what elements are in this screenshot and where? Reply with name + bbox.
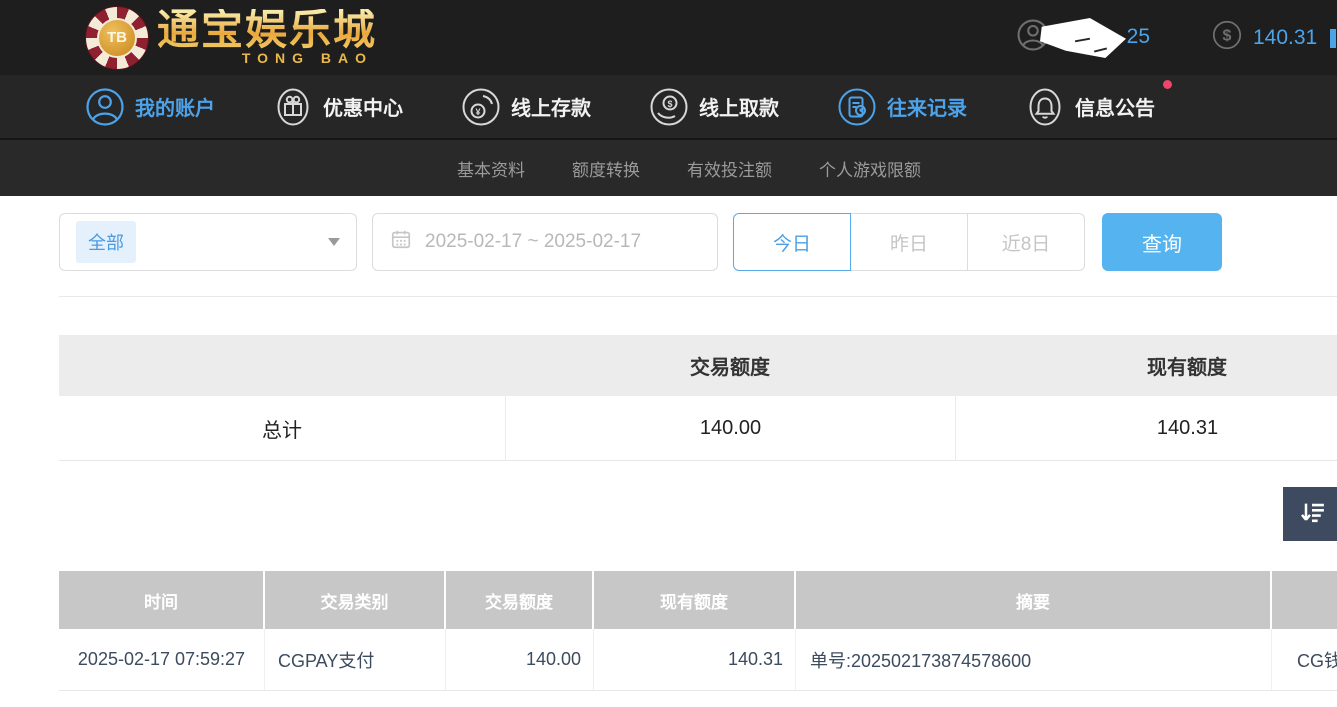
- account-subnav: 基本资料 额度转换 有效投注额 个人游戏限额: [0, 138, 1337, 196]
- svg-text:$: $: [1223, 28, 1232, 45]
- col-time: 时间: [59, 571, 265, 629]
- date-range-input[interactable]: 2025-02-17 ~ 2025-02-17: [372, 213, 718, 271]
- nav-label: 我的账户: [135, 92, 215, 121]
- site-title: 通宝娱乐城: [157, 9, 377, 53]
- withdraw-hand-coin-icon: $: [649, 87, 689, 127]
- nav-announcements[interactable]: 信息公告: [1025, 87, 1155, 127]
- gift-icon: [273, 87, 313, 127]
- cell-current-balance: 140.31: [594, 629, 796, 690]
- filter-bar: 全部 2025-02-17 ~ 2025-02-17 今日 昨日 近8日 查询: [59, 213, 1337, 271]
- summary-header-row: 交易额度 现有额度: [59, 335, 1337, 396]
- nav-label: 线上取款: [699, 92, 779, 121]
- nav-label: 线上存款: [511, 92, 591, 121]
- main-navigation: 我的账户 优惠中心 ¥ 线上存款: [0, 75, 1337, 138]
- account-icon: [85, 87, 125, 127]
- svg-text:$: $: [667, 99, 672, 109]
- nav-label: 往来记录: [887, 92, 967, 121]
- notification-dot: [1163, 80, 1172, 89]
- subnav-credit-transfer[interactable]: 额度转换: [572, 156, 640, 181]
- records-header-row: 时间 交易类别 交易额度 现有额度 摘要 备注: [59, 571, 1337, 629]
- total-transaction-amount: 140.00: [505, 396, 955, 460]
- nav-label: 优惠中心: [323, 92, 403, 121]
- site-logo[interactable]: TB 通宝娱乐城 TONG BAO: [85, 6, 377, 70]
- cell-time: 2025-02-17 07:59:27: [59, 629, 265, 690]
- total-current-balance: 140.31: [955, 396, 1337, 460]
- total-label: 总计: [59, 396, 505, 460]
- sort-descending-button[interactable]: [1283, 487, 1337, 541]
- site-subtitle: TONG BAO: [242, 50, 377, 66]
- nav-deposit[interactable]: ¥ 线上存款: [461, 87, 591, 127]
- subnav-valid-bets[interactable]: 有效投注额: [687, 156, 772, 181]
- nav-label: 信息公告: [1075, 92, 1155, 121]
- col-type: 交易类别: [265, 571, 446, 629]
- nav-my-account[interactable]: 我的账户: [85, 87, 215, 127]
- col-summary: 摘要: [796, 571, 1272, 629]
- summary-col-current-balance: 现有额度: [955, 335, 1337, 396]
- selected-type-chip: 全部: [76, 221, 136, 263]
- date-range-value: 2025-02-17 ~ 2025-02-17: [425, 231, 641, 253]
- chevron-down-icon: [328, 238, 340, 246]
- nav-withdraw[interactable]: $ 线上取款: [649, 87, 779, 127]
- balance-amount: 140.31: [1253, 26, 1317, 50]
- records-table: 时间 交易类别 交易额度 现有额度 摘要 备注 2025-02-17 07:59…: [59, 571, 1337, 691]
- summary-col-transaction-amount: 交易额度: [505, 335, 955, 396]
- today-button[interactable]: 今日: [733, 213, 851, 271]
- sort-descending-icon: [1297, 498, 1327, 531]
- cell-type: CGPAY支付: [265, 629, 446, 690]
- yesterday-button[interactable]: 昨日: [850, 213, 968, 271]
- svg-text:¥: ¥: [475, 107, 480, 117]
- cell-remark: CG钱包: [1272, 629, 1337, 690]
- cell-transaction-amount: 140.00: [446, 629, 594, 690]
- chip-label: TB: [97, 18, 137, 58]
- dollar-coin-icon: $: [1211, 19, 1243, 56]
- records-clipboard-icon: [837, 87, 877, 127]
- calendar-icon: [390, 228, 412, 256]
- quick-range-group: 今日 昨日 近8日: [733, 213, 1085, 271]
- col-transaction-amount: 交易额度: [446, 571, 594, 629]
- nav-promotions[interactable]: 优惠中心: [273, 87, 403, 127]
- summary-total-row: 总计 140.00 140.31: [59, 396, 1337, 461]
- cell-summary: 单号:202502173874578600: [796, 629, 1272, 690]
- col-current-balance: 现有额度: [594, 571, 796, 629]
- summary-col-empty: [59, 335, 505, 396]
- table-row: 2025-02-17 07:59:27 CGPAY支付 140.00 140.3…: [59, 629, 1337, 691]
- summary-table: 交易额度 现有额度 总计 140.00 140.31: [59, 335, 1337, 461]
- subnav-basic-info[interactable]: 基本资料: [457, 156, 525, 181]
- bell-icon: [1025, 87, 1065, 127]
- deposit-hand-coin-icon: ¥: [461, 87, 501, 127]
- top-header: TB 通宝娱乐城 TONG BAO 25 $ 140.31: [0, 0, 1337, 75]
- section-divider: [59, 296, 1337, 297]
- transaction-type-dropdown[interactable]: 全部: [59, 213, 357, 271]
- last-8-days-button[interactable]: 近8日: [967, 213, 1085, 271]
- wallet-balance[interactable]: $ 140.31: [1211, 0, 1317, 75]
- query-button[interactable]: 查询: [1102, 213, 1222, 271]
- username-visible-fragment: 25: [1127, 25, 1150, 49]
- subnav-game-limits[interactable]: 个人游戏限额: [819, 156, 921, 181]
- nav-transaction-records[interactable]: 往来记录: [837, 87, 967, 127]
- col-remark: 备注: [1272, 571, 1337, 629]
- casino-chip-icon: TB: [85, 6, 149, 70]
- clipped-glyph: [1330, 29, 1336, 48]
